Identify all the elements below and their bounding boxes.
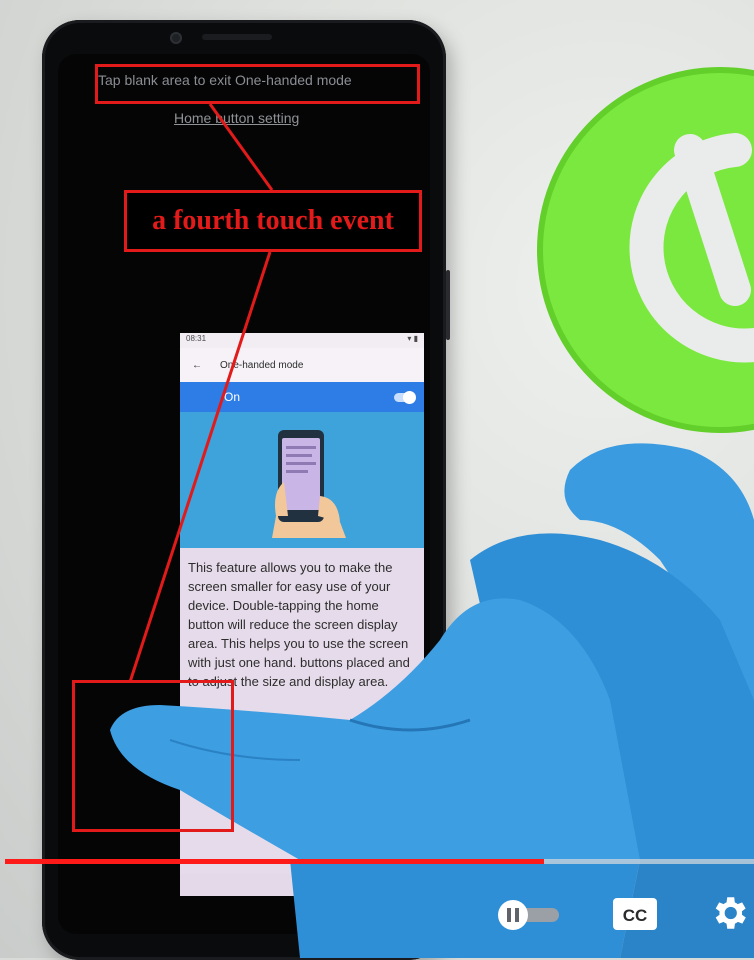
svg-text:CC: CC — [623, 906, 648, 925]
autoplay-toggle[interactable] — [497, 899, 563, 931]
gear-icon — [715, 897, 746, 929]
touch-point-highlight — [72, 680, 234, 832]
video-progress-bar[interactable] — [5, 859, 754, 864]
cc-icon: CC — [613, 898, 657, 930]
settings-button[interactable] — [708, 890, 750, 936]
captions-button[interactable]: CC — [612, 897, 658, 931]
progress-fill — [5, 859, 545, 864]
video-frame: Tap blank area to exit One-handed mode H… — [0, 0, 754, 960]
pause-toggle-icon — [498, 900, 559, 930]
